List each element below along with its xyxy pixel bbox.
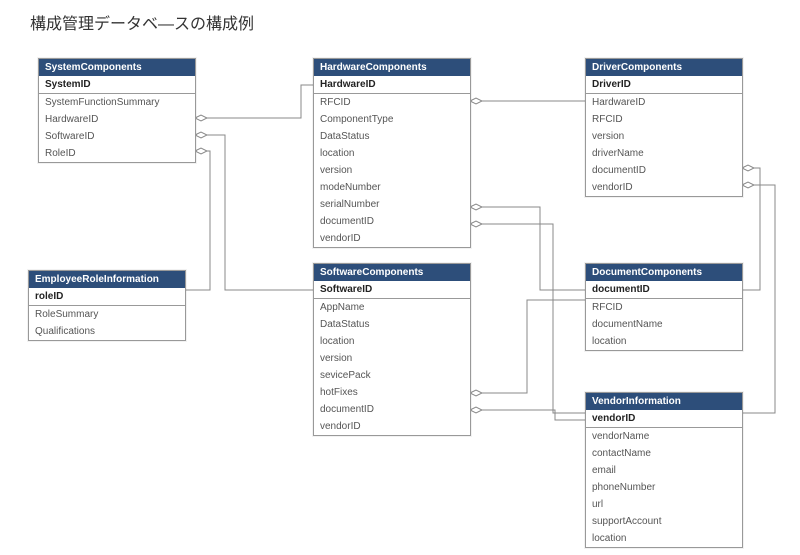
entity-field: documentName xyxy=(586,316,742,333)
entity-field: sevicePack xyxy=(314,367,470,384)
entity-pk: documentID xyxy=(586,281,742,299)
entity-field: DataStatus xyxy=(314,316,470,333)
entity-driver-components: DriverComponents DriverID HardwareID RFC… xyxy=(585,58,743,197)
entity-field: ComponentType xyxy=(314,111,470,128)
entity-field: HardwareID xyxy=(39,111,195,128)
entity-field: contactName xyxy=(586,445,742,462)
entity-pk: SystemID xyxy=(39,76,195,94)
entity-field: AppName xyxy=(314,299,470,316)
entity-field: supportAccount xyxy=(586,513,742,530)
entity-pk: vendorID xyxy=(586,410,742,428)
entity-header: EmployeeRoleInformation xyxy=(29,271,185,288)
entity-field: phoneNumber xyxy=(586,479,742,496)
entity-field: RoleSummary xyxy=(29,306,185,323)
entity-field: email xyxy=(586,462,742,479)
entity-pk: HardwareID xyxy=(314,76,470,94)
entity-field: Qualifications xyxy=(29,323,185,340)
entity-field: url xyxy=(586,496,742,513)
entity-header: DriverComponents xyxy=(586,59,742,76)
entity-field: modeNumber xyxy=(314,179,470,196)
entity-software-components: SoftwareComponents SoftwareID AppName Da… xyxy=(313,263,471,436)
entity-field: SystemFunctionSummary xyxy=(39,94,195,111)
entity-field: RFCID xyxy=(586,111,742,128)
entity-header: SoftwareComponents xyxy=(314,264,470,281)
entity-header: DocumentComponents xyxy=(586,264,742,281)
entity-field: vendorName xyxy=(586,428,742,445)
entity-pk: DriverID xyxy=(586,76,742,94)
page-title: 構成管理データベ―スの構成例 xyxy=(30,10,254,34)
entity-header: VendorInformation xyxy=(586,393,742,410)
entity-field: RFCID xyxy=(314,94,470,111)
entity-field: serialNumber xyxy=(314,196,470,213)
entity-pk: SoftwareID xyxy=(314,281,470,299)
entity-header: SystemComponents xyxy=(39,59,195,76)
entity-field: version xyxy=(586,128,742,145)
entity-field: vendorID xyxy=(586,179,742,196)
entity-field: RoleID xyxy=(39,145,195,162)
entity-field: hotFixes xyxy=(314,384,470,401)
entity-field: SoftwareID xyxy=(39,128,195,145)
entity-field: location xyxy=(314,333,470,350)
entity-hardware-components: HardwareComponents HardwareID RFCID Comp… xyxy=(313,58,471,248)
entity-field: documentID xyxy=(586,162,742,179)
entity-field: documentID xyxy=(314,213,470,230)
entity-field: DataStatus xyxy=(314,128,470,145)
entity-field: documentID xyxy=(314,401,470,418)
entity-header: HardwareComponents xyxy=(314,59,470,76)
entity-field: location xyxy=(586,333,742,350)
entity-employee-role-information: EmployeeRoleInformation roleID RoleSumma… xyxy=(28,270,186,341)
entity-field: driverName xyxy=(586,145,742,162)
entity-vendor-information: VendorInformation vendorID vendorName co… xyxy=(585,392,743,548)
entity-field: location xyxy=(586,530,742,547)
entity-field: version xyxy=(314,350,470,367)
entity-field: vendorID xyxy=(314,230,470,247)
entity-field: version xyxy=(314,162,470,179)
entity-field: vendorID xyxy=(314,418,470,435)
entity-pk: roleID xyxy=(29,288,185,306)
entity-system-components: SystemComponents SystemID SystemFunction… xyxy=(38,58,196,163)
entity-field: location xyxy=(314,145,470,162)
entity-document-components: DocumentComponents documentID RFCID docu… xyxy=(585,263,743,351)
entity-field: HardwareID xyxy=(586,94,742,111)
entity-field: RFCID xyxy=(586,299,742,316)
